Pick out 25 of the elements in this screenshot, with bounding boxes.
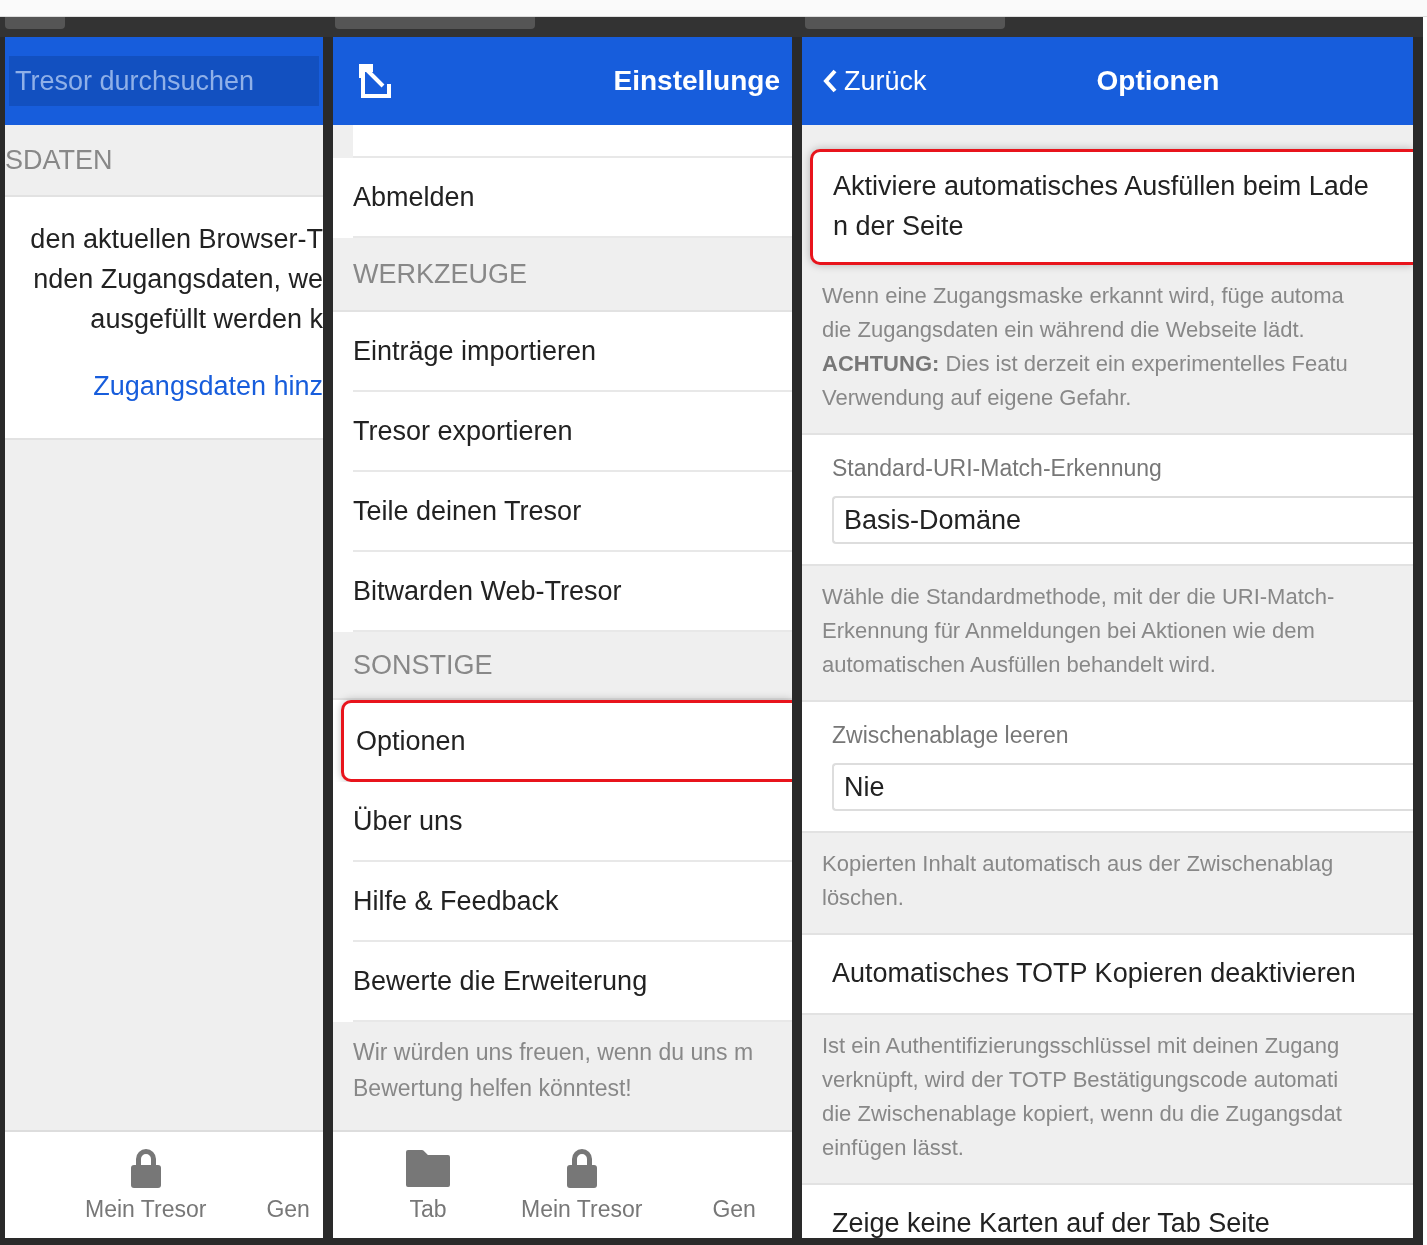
options-title: Optionen xyxy=(1096,65,1220,97)
folder-icon xyxy=(405,1148,451,1188)
popout-icon[interactable] xyxy=(357,62,393,100)
nav-tab[interactable]: Mein Tresor xyxy=(521,1132,643,1238)
select-label: Standard-URI-Match-Erkennung xyxy=(832,455,1163,482)
lock-icon xyxy=(564,1147,599,1189)
nav-tab[interactable]: Gen xyxy=(266,1132,310,1238)
nav-tab[interactable]: Gen xyxy=(712,1132,756,1238)
search-field[interactable]: Tresor durchsuchen xyxy=(9,56,319,106)
settings-title: Einstellunge xyxy=(612,65,780,97)
select-field[interactable]: Basis-Domäne xyxy=(832,496,1413,544)
settings-item[interactable]: Optionen xyxy=(341,700,792,782)
option-toggle[interactable]: Aktiviere automatisches Ausfüllen beim Lade n der Seite xyxy=(810,149,1413,265)
option-toggle[interactable]: Zeige keine Karten auf der Tab Seite xyxy=(802,1185,1413,1238)
add-login-link[interactable]: Zugangsdaten hinz xyxy=(93,371,323,402)
select-field[interactable]: Nie xyxy=(832,763,1413,811)
rating-note: Wir würden uns freuen, wenn du uns m Bewertung helfen könntest! xyxy=(352,1038,755,1103)
back-button[interactable]: Zurück xyxy=(822,65,927,97)
empty-vault-message: den aktuellen Browser-T nden Zugangsdaten, we ausgefüllt werden k xyxy=(29,223,323,336)
nav-tab[interactable]: Tab xyxy=(405,1132,451,1238)
lock-icon xyxy=(128,1147,163,1189)
nav-tab[interactable]: Mein Tresor xyxy=(85,1132,207,1238)
select-label: Zwischenablage leeren xyxy=(832,722,1070,749)
chevron-left-icon xyxy=(822,69,838,93)
option-toggle[interactable]: Automatisches TOTP Kopieren deaktivieren xyxy=(802,935,1413,1015)
